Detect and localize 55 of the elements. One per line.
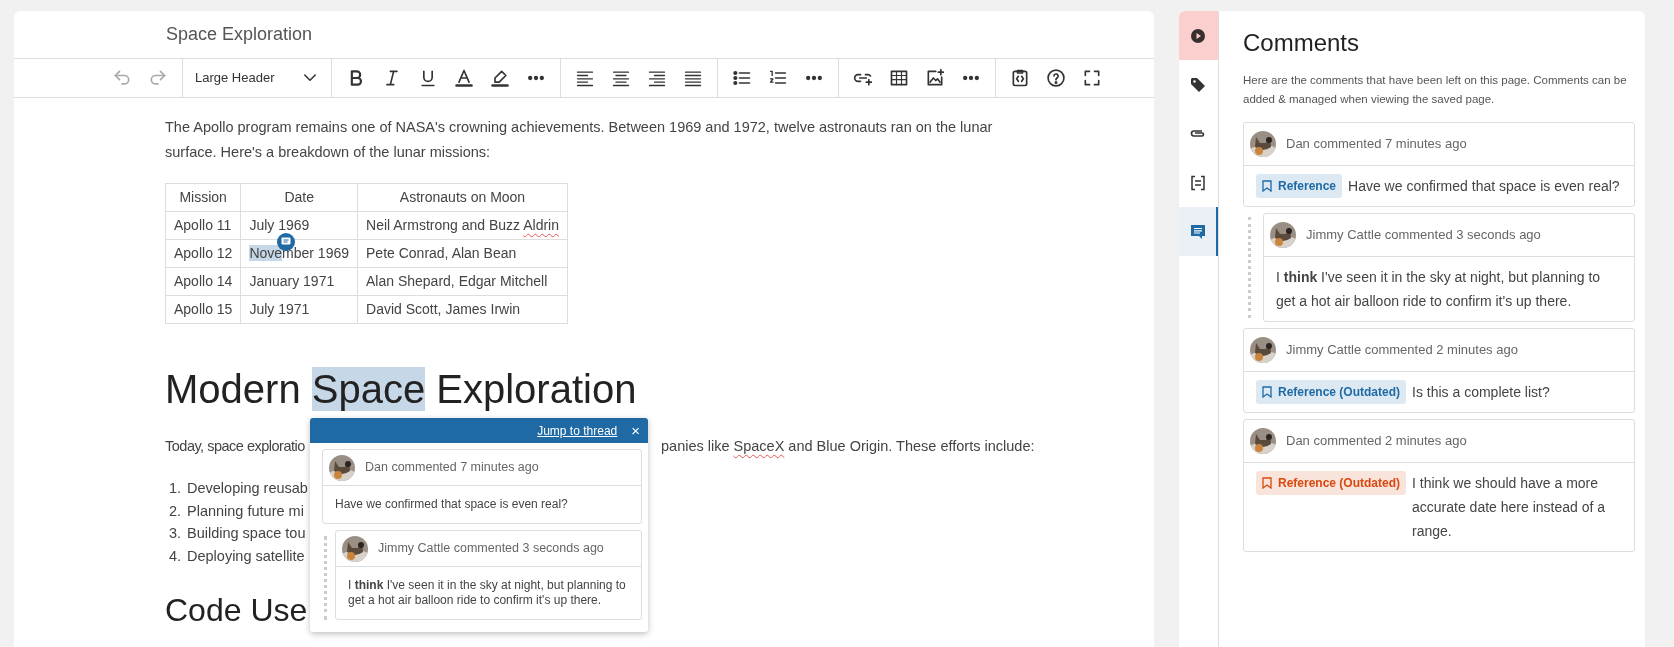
format-dropdown[interactable]: Large Header (189, 64, 325, 92)
list-item: Deploying satellite (187, 547, 305, 567)
column-header: Mission (165, 183, 241, 212)
section-heading: Modern Space Exploration (165, 366, 638, 413)
document-title[interactable]: Space Exploration (166, 21, 313, 48)
table-cell: January 1971 (240, 267, 358, 296)
comment-text: Have we confirmed that space is even real? (335, 497, 568, 511)
paragraph-text: Today, space exploratio (165, 438, 305, 454)
jump-link[interactable]: Jump to thread (537, 421, 618, 440)
table-cell: Apollo 14 (165, 267, 241, 296)
list-marker: 3. (167, 524, 181, 544)
table-cell: Apollo 12 (165, 239, 241, 268)
comments-icon (1189, 223, 1206, 240)
comment-text: Is this a complete list? (1412, 382, 1551, 402)
play-icon (1189, 27, 1206, 44)
comment-author: Dan commented 2 minutes ago (1286, 432, 1467, 451)
close-button[interactable]: × (631, 423, 640, 438)
table-cell: Apollo 15 (165, 295, 241, 324)
bookmark-icon (1262, 385, 1272, 398)
paragraph: The Apollo program remains one of NASA's crowning achievements. Between 1969 and 1972, twelve astronauts ran on the lunar surface. Here's a breakdown of the lunar missions: (165, 118, 994, 162)
comment-author: Jimmy Cattle commented 3 seconds ago (378, 540, 604, 558)
list-item: Developing reusab (187, 479, 308, 498)
tag-icon (1189, 76, 1206, 93)
panel-title: Comments (1243, 29, 1361, 58)
list-item: Building space tou (187, 524, 306, 544)
column-header: Date (240, 183, 358, 212)
reference-tag[interactable]: Reference (1256, 173, 1343, 198)
panel-description: Here are the comments that have been left on this page. Comments can be added & managed when viewing the saved page. (1243, 72, 1628, 107)
bookmark-icon (1262, 179, 1272, 192)
table-cell: David Scott, James Irwin (357, 295, 568, 324)
comment-author: Jimmy Cattle commented 3 seconds ago (1306, 226, 1541, 245)
table-cell: Alan Shepard, Edgar Mitchell (357, 267, 568, 296)
comment-author: Dan commented 7 minutes ago (365, 459, 539, 477)
reference-tag[interactable]: Reference (Outdated) (1256, 379, 1407, 404)
table-cell: Neil Armstrong and Buzz Aldrin (357, 211, 568, 240)
sidebar-tab[interactable] (1179, 11, 1218, 60)
table-cell: July 1971 (240, 295, 358, 324)
list-marker: 2. (167, 501, 181, 521)
list-marker: 4. (167, 547, 181, 567)
table-cell: Pete Conrad, Alan Bean (357, 239, 568, 268)
paragraph-text: panies like SpaceX and Blue Origin. These efforts include: (661, 437, 1035, 456)
reference-tag[interactable]: Reference (Outdated) (1256, 470, 1407, 495)
list-item: Planning future mi (187, 501, 304, 521)
comment-author: Dan commented 7 minutes ago (1286, 135, 1467, 154)
section-heading: Code Use (165, 590, 308, 630)
column-header: Astronauts on Moon (357, 183, 568, 212)
table-cell: Apollo 11 (165, 211, 241, 240)
form-icon (1189, 174, 1206, 191)
list-marker: 1. (167, 479, 181, 498)
bookmark-icon (1262, 476, 1272, 489)
comment-text: I think I've seen it in the sky at night, but planning to get a hot air balloon ride to confirm it's up there. (1276, 267, 1602, 311)
comment-text: I think I've seen it in the sky at night, but planning to get a hot air balloon ride to confirm it's up there. (348, 578, 626, 607)
comment-text: I think we should have a more accurate date here instead of a range. (1412, 473, 1607, 541)
comment-text: Have we confirmed that space is even real? (1348, 176, 1621, 196)
comment-author: Jimmy Cattle commented 2 minutes ago (1286, 341, 1518, 360)
